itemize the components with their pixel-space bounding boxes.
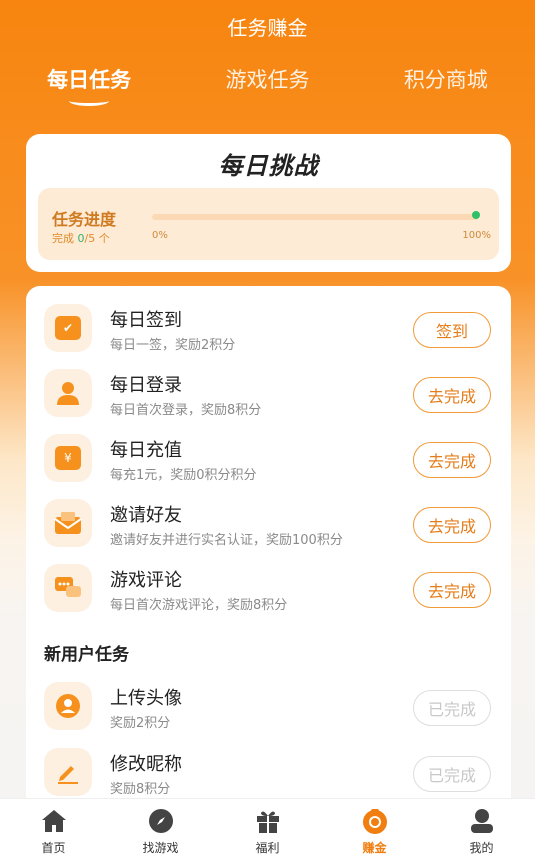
task-name: 游戏评论 [110,570,182,591]
progress-label: 任务进度 [52,210,117,229]
count-suffix: /5 个 [84,232,110,245]
comment-complete-button[interactable]: 去完成 [413,572,491,608]
bottom-nav: 首页 找游戏 福利 赚金 我的 [0,798,535,860]
nav-item-find-games[interactable]: 找游戏 [107,799,214,860]
tab-label: 游戏任务 [225,68,310,92]
login-complete-button[interactable]: 去完成 [413,377,491,413]
top-tabs: 每日任务 游戏任务 积分商城 [0,60,535,108]
task-desc: 每日首次游戏评论，奖励8积分 [110,598,288,613]
nav-label: 赚金 [362,841,387,855]
task-name: 每日签到 [110,310,182,331]
progress-end-label: 100% [462,230,491,241]
tab-daily-tasks[interactable]: 每日任务 [0,60,178,108]
progress-track [152,214,478,220]
checkin-button[interactable]: 签到 [413,312,491,348]
invite-complete-button[interactable]: 去完成 [413,507,491,543]
task-name: 每日充值 [110,440,182,461]
tab-label: 积分商城 [403,68,488,92]
task-list-card: ✔ 每日签到 每日一签，奖励2积分 签到 每日登录 每日首次登录，奖励8积分 去… [26,286,511,816]
progress-count: 完成 0/5 个 [52,230,110,246]
task-desc: 每充1元，奖励0积分积分 [110,468,257,483]
coin-bag-icon [361,807,389,835]
recharge-complete-button[interactable]: 去完成 [413,442,491,478]
page-title-text: 任务赚金 [227,15,308,40]
nav-label: 首页 [41,841,66,855]
task-name: 上传头像 [110,688,182,709]
task-name: 每日登录 [110,375,182,396]
task-row-invite: 邀请好友 邀请好友并进行实名认证，奖励100积分 去完成 [26,493,511,553]
nav-label: 我的 [469,841,494,855]
task-desc: 奖励8积分 [110,782,171,797]
new-user-section-title: 新用户任务 [44,645,129,665]
profile-icon [468,807,496,835]
task-desc: 奖励2积分 [110,716,171,731]
nav-label: 福利 [255,841,280,855]
task-desc: 邀请好友并进行实名认证，奖励100积分 [110,533,343,548]
task-row-comment: 游戏评论 每日首次游戏评论，奖励8积分 去完成 [26,558,511,618]
compass-icon [147,807,175,835]
nav-item-mine[interactable]: 我的 [428,799,535,860]
count-prefix: 完成 [52,232,78,245]
task-desc: 每日一签，奖励2积分 [110,338,236,353]
task-row-checkin: ✔ 每日签到 每日一签，奖励2积分 签到 [26,298,511,358]
task-row-recharge: ¥ 每日充值 每充1元，奖励0积分积分 去完成 [26,428,511,488]
task-name: 修改昵称 [110,754,182,775]
avatar-icon [44,682,92,730]
nav-item-welfare[interactable]: 福利 [214,799,321,860]
task-name: 邀请好友 [110,505,182,526]
calendar-check-icon: ✔ [44,304,92,352]
pencil-icon [44,748,92,796]
tab-game-tasks[interactable]: 游戏任务 [178,60,356,108]
nickname-completed-button[interactable]: 已完成 [413,756,491,792]
count-done: 0 [77,232,85,245]
home-icon [40,807,68,835]
task-row-login: 每日登录 每日首次登录，奖励8积分 去完成 [26,363,511,423]
progress-end-dot [472,211,480,219]
nav-label: 找游戏 [142,841,179,855]
page-title: 任务赚金 [0,0,535,52]
progress-start-label: 0% [152,230,168,241]
avatar-completed-button[interactable]: 已完成 [413,690,491,726]
tab-points-mall[interactable]: 积分商城 [357,60,535,108]
task-row-avatar: 上传头像 奖励2积分 已完成 [26,676,511,736]
tab-active-indicator [69,96,110,106]
wallet-icon: ¥ [44,434,92,482]
daily-challenge-card: 每日挑战 任务进度 完成 0/5 个 0% 100% [26,134,511,272]
challenge-title: 每日挑战 [218,152,319,180]
gift-icon [254,807,282,835]
nav-item-home[interactable]: 首页 [0,799,107,860]
nav-item-earn[interactable]: 赚金 [321,799,428,860]
envelope-icon [44,499,92,547]
tab-label: 每日任务 [47,68,132,92]
comment-icon [44,564,92,612]
task-row-nickname: 修改昵称 奖励8积分 已完成 [26,742,511,802]
task-progress-panel: 任务进度 完成 0/5 个 0% 100% [38,188,499,260]
task-desc: 每日首次登录，奖励8积分 [110,403,262,418]
user-icon [44,369,92,417]
